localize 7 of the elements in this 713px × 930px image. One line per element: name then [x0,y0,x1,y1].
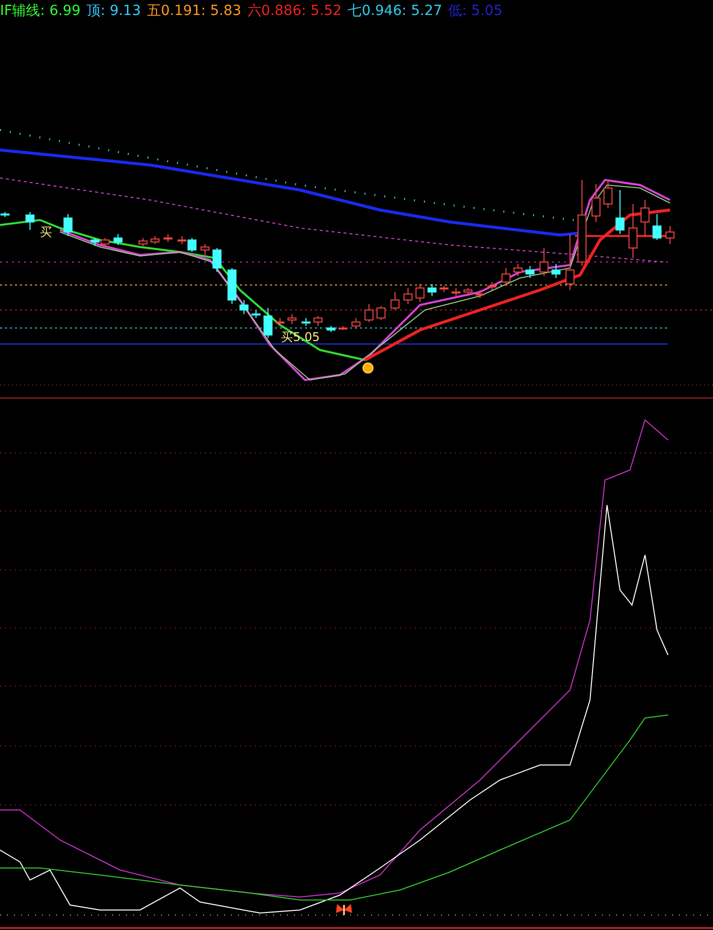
indicator-reading: IF辅线: 6.99 [0,2,81,21]
indicator-reading: 五0.191: 5.83 [146,2,242,21]
indicator-reading: 七0.946: 5.27 [348,2,442,21]
signal-label: 买 [40,225,52,239]
indicator-reading: 顶: 9.13 [86,2,141,21]
indicator-reading: 六0.886: 5.52 [247,2,342,21]
indicator-reading: 低: 5.05 [448,2,502,21]
